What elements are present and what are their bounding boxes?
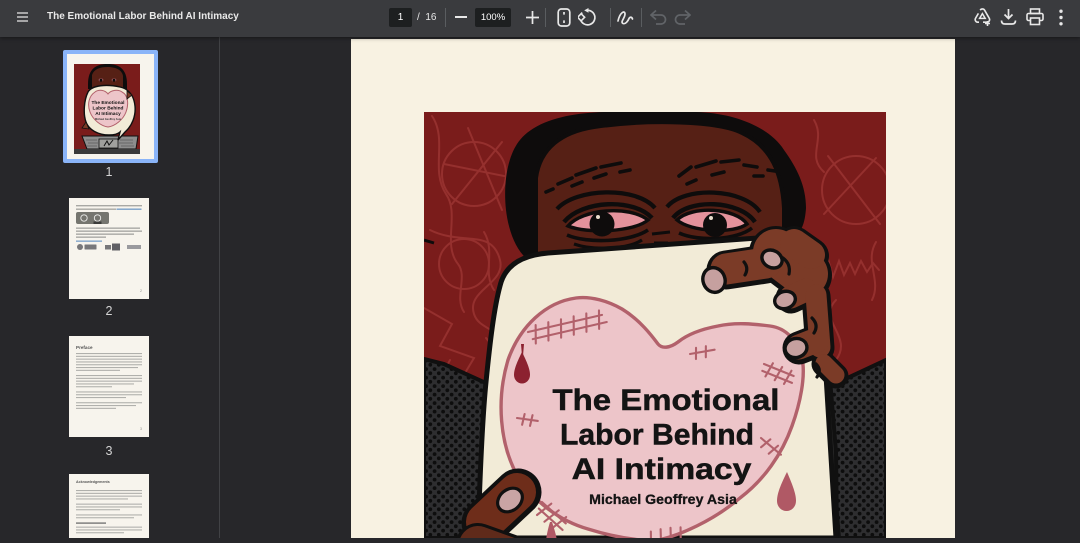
- svg-text:Michael Geoffrey Asia: Michael Geoffrey Asia: [95, 118, 122, 121]
- svg-text:The Emotional: The Emotional: [553, 382, 780, 416]
- svg-text:Acknowledgements: Acknowledgements: [76, 480, 110, 484]
- svg-text:Preface: Preface: [76, 345, 93, 350]
- svg-text:3: 3: [140, 427, 142, 431]
- svg-text:AI Intimacy: AI Intimacy: [572, 452, 752, 486]
- svg-text:Labor Behind: Labor Behind: [93, 106, 124, 112]
- svg-text:AI Intimacy: AI Intimacy: [95, 111, 121, 117]
- svg-text:Michael Geoffrey Asia: Michael Geoffrey Asia: [589, 492, 737, 508]
- svg-text:2: 2: [140, 289, 142, 293]
- svg-text:Labor Behind: Labor Behind: [560, 419, 754, 452]
- svg-text:The Emotional: The Emotional: [91, 100, 124, 106]
